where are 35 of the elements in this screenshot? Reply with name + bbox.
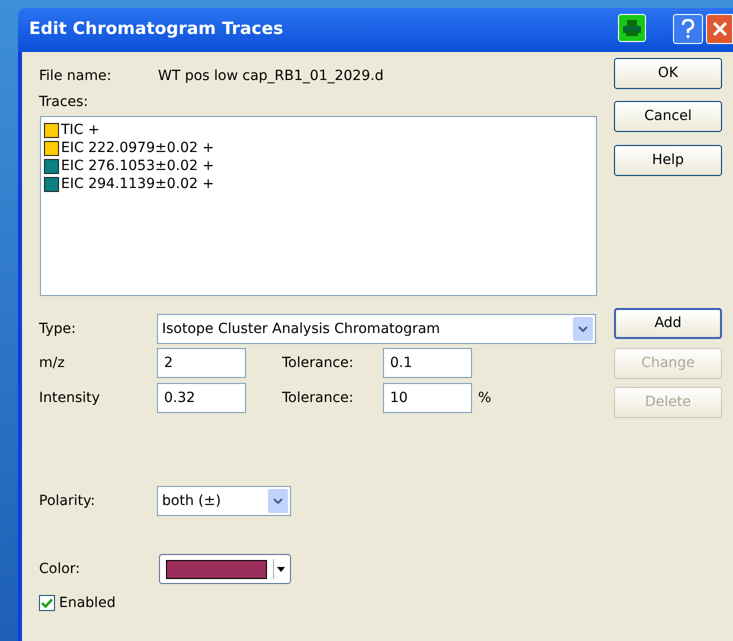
polarity-dropdown[interactable]: both (±): [157, 486, 291, 516]
tolerance-field[interactable]: 0.1: [383, 348, 472, 378]
dialog-button[interactable]: OK: [614, 58, 722, 89]
type-dropdown[interactable]: Isotope Cluster Analysis Chromatogram: [157, 314, 596, 344]
help-icon[interactable]: [673, 14, 703, 44]
file-name-label: File name:: [39, 66, 112, 86]
dialog-button[interactable]: Add: [614, 308, 722, 339]
dialog-button[interactable]: Help: [614, 145, 722, 176]
tolerance-label: Tolerance:: [282, 388, 354, 408]
tolerance-label: Tolerance:: [282, 354, 354, 372]
traces-list[interactable]: TIC + EIC 222.0979±0.02 + EIC 276.1053±0.02 + EIC 294.1139±0.02 +: [40, 116, 597, 296]
type-value: Isotope Cluster Analysis Chromatogram: [162, 320, 440, 338]
dialog-button[interactable]: Cancel: [614, 101, 722, 132]
polarity-label: Polarity:: [39, 492, 96, 510]
color-picker[interactable]: [159, 554, 291, 584]
printer-icon[interactable]: [618, 14, 646, 42]
trace-item[interactable]: EIC 294.1139±0.02 +: [61, 174, 214, 194]
color-label: Color:: [39, 560, 82, 578]
enabled-checkbox[interactable]: [39, 595, 55, 611]
file-name-value: WT pos low cap_RB1_01_2029.d: [158, 66, 384, 86]
window-title: Edit Chromatogram Traces: [29, 18, 284, 42]
enabled-label: Enabled: [59, 594, 116, 612]
type-label: Type:: [39, 320, 77, 338]
intensity-field[interactable]: 0.32: [157, 383, 246, 413]
mz-label: m/z: [39, 354, 66, 372]
traces-label: Traces:: [39, 92, 88, 112]
mz-field[interactable]: 2: [157, 348, 246, 378]
close-icon[interactable]: [706, 14, 733, 44]
dropdown-arrow-icon: [277, 566, 285, 572]
tolerance-field[interactable]: 10: [383, 383, 472, 413]
intensity-label: Intensity: [39, 388, 101, 408]
trace-item[interactable]: EIC 276.1053±0.02 +: [61, 156, 214, 176]
percent-unit: %: [478, 388, 492, 408]
trace-item[interactable]: TIC +: [61, 120, 100, 140]
trace-item[interactable]: EIC 222.0979±0.02 +: [61, 138, 214, 158]
